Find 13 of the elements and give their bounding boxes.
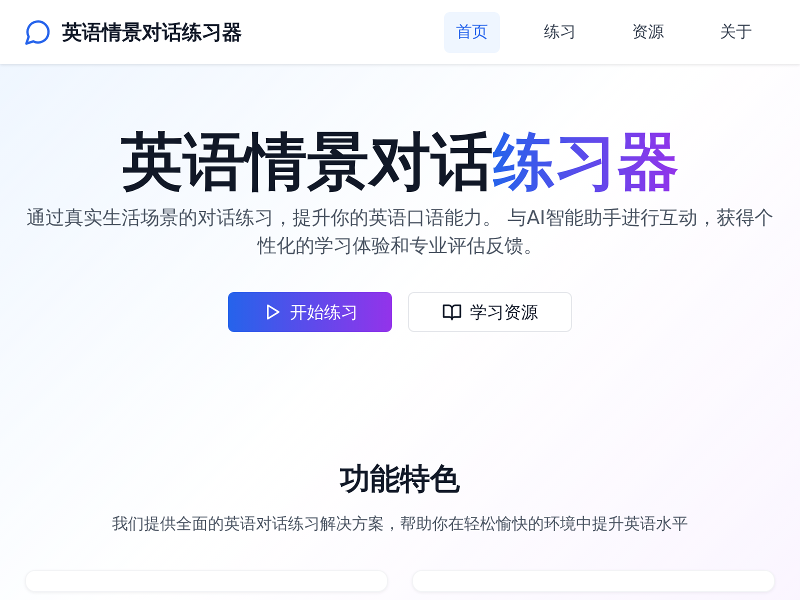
resources-button[interactable]: 学习资源 — [408, 292, 572, 332]
hero-title: 英语情景对话练习器 — [121, 126, 679, 198]
nav-link[interactable]: 首页 — [444, 12, 500, 52]
nav-link[interactable]: 资源 — [620, 12, 676, 52]
nav-link[interactable]: 练习 — [532, 12, 588, 52]
section-subtitle: 我们提供全面的英语对话练习解决方案，帮助你在轻松愉快的环境中提升英语水平 — [112, 513, 688, 535]
start-button[interactable]: 开始练习 — [228, 292, 392, 332]
nav-link[interactable]: 关于 — [708, 12, 764, 52]
chat-bubble-icon — [24, 18, 52, 46]
section-title: 功能特色 — [340, 461, 460, 499]
open-book-icon — [442, 302, 462, 322]
hero-subtitle: 通过真实生活场景的对话练习，提升你的英语口语能力。 与AI智能助手进行互动，获得个性化的学习体验和专业评估反馈。 — [26, 206, 774, 259]
app-title: 英语情景对话练习器 — [62, 18, 242, 46]
